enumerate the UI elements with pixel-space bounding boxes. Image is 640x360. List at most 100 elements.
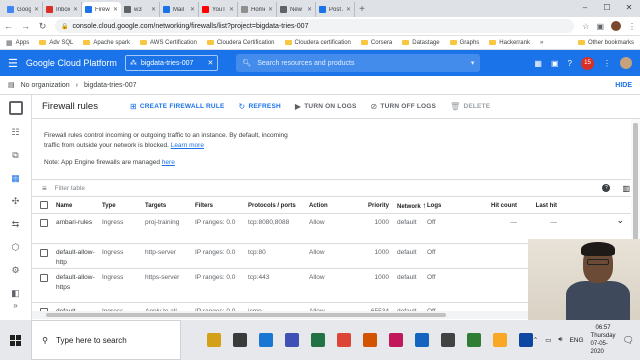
learn-more-link[interactable]: Learn more — [171, 142, 204, 149]
cell-name[interactable]: default-allow-http — [54, 243, 100, 269]
tab-close-icon[interactable]: ✕ — [268, 6, 273, 13]
url-bar[interactable]: 🔒 console.cloud.google.com/networking/fi… — [55, 19, 575, 33]
taskbar-app-icon[interactable] — [440, 333, 455, 347]
bookmark-item[interactable]: Adv SQL — [39, 40, 73, 46]
bookmark-item[interactable]: Cloudera certification — [284, 40, 351, 46]
col-type[interactable]: Type — [100, 199, 143, 214]
col-last-hit[interactable]: Last hit — [519, 199, 559, 214]
firewall-icon[interactable]: ▦ — [9, 172, 23, 184]
chevron-down-icon[interactable]: ⌄ — [616, 215, 624, 226]
routes-icon[interactable]: ✣ — [9, 195, 23, 207]
col-filters[interactable]: Filters — [193, 199, 246, 214]
bookmark-item[interactable]: ▦ Apps — [6, 39, 29, 47]
col-protocols[interactable]: Protocols / ports — [246, 199, 307, 214]
menu-kebab-icon[interactable]: ⋮ — [628, 22, 636, 31]
external-ip-icon[interactable]: ⧉ — [9, 149, 23, 161]
start-button[interactable] — [0, 320, 31, 360]
col-name[interactable]: Name — [54, 199, 100, 214]
taskbar-app-icon[interactable] — [310, 333, 325, 347]
clock[interactable]: 06:57 Thursday 07-05-2020 — [591, 324, 616, 356]
taskbar-app-icon[interactable] — [518, 333, 533, 347]
notification-center-icon[interactable]: 🗨︎ — [623, 335, 634, 346]
taskbar-app-icon[interactable] — [336, 333, 351, 347]
refresh-button[interactable]: ↻ REFRESH — [239, 102, 281, 111]
taskbar-app-icon[interactable] — [284, 333, 299, 347]
col-targets[interactable]: Targets — [143, 199, 193, 214]
col-priority[interactable]: Priority — [355, 199, 391, 214]
kebab-menu-icon[interactable]: ⋮ — [603, 59, 611, 68]
battery-icon[interactable]: ▭ — [545, 336, 551, 344]
new-tab-button[interactable]: + — [355, 2, 369, 17]
expand-rail-icon[interactable]: » — [13, 301, 17, 310]
hamburger-menu-icon[interactable]: ☰ — [8, 57, 18, 70]
taskbar-app-icon[interactable] — [414, 333, 429, 347]
bookmark-item[interactable]: Corsera — [360, 40, 392, 46]
bookmark-item[interactable]: Apache spark — [83, 40, 130, 46]
browser-tab[interactable]: w3 ✕ — [121, 2, 160, 17]
col-logs[interactable]: Logs — [425, 199, 477, 214]
notification-badge[interactable]: 15 — [581, 56, 594, 70]
browser-tab[interactable]: New Tab✕ — [277, 2, 316, 17]
help-circle-icon[interactable]: ? — [602, 183, 611, 192]
account-avatar[interactable] — [620, 57, 632, 69]
tab-close-icon[interactable]: ✕ — [346, 6, 351, 13]
extension-icon[interactable]: ▣ — [596, 22, 604, 31]
peering-icon[interactable]: ⇆ — [9, 218, 23, 230]
tab-close-icon[interactable]: ✕ — [190, 6, 195, 13]
tab-close-icon[interactable]: ✕ — [229, 6, 234, 13]
row-checkbox[interactable] — [40, 248, 48, 257]
col-network[interactable]: Network ↑ — [391, 199, 425, 214]
taskbar-app-icon[interactable] — [206, 333, 221, 347]
star-icon[interactable]: ☆ — [582, 22, 589, 31]
browser-tab[interactable]: Home -✕ — [238, 2, 277, 17]
help-icon[interactable]: ? — [568, 59, 572, 68]
taskbar-app-icon[interactable] — [388, 333, 403, 347]
project-selector[interactable]: ⁂ bigdata-tries-007 ✕ — [124, 55, 219, 71]
taskbar-app-icon[interactable] — [466, 333, 481, 347]
chevron-down-icon[interactable]: ▾ — [471, 59, 475, 67]
filter-input[interactable]: Filter table — [55, 185, 85, 192]
packet-mirroring-icon[interactable]: ◧ — [9, 287, 23, 299]
browser-tab[interactable]: Firewall r✕ — [82, 2, 121, 17]
taskbar-app-icon[interactable] — [232, 333, 247, 347]
tab-close-icon[interactable]: ✕ — [34, 6, 39, 13]
select-all-checkbox[interactable] — [40, 201, 48, 210]
bookmarks-overflow-icon[interactable]: » — [540, 40, 543, 46]
cell-name[interactable]: default-allow-https — [54, 268, 100, 303]
bookmark-item[interactable]: Datastage — [402, 40, 440, 46]
taskbar-app-icon[interactable] — [362, 333, 377, 347]
org-project[interactable]: bigdata-tries-007 — [84, 82, 137, 89]
tab-close-icon[interactable]: ✕ — [73, 6, 78, 13]
here-link[interactable]: here — [162, 159, 175, 166]
minimize-button[interactable]: – — [574, 0, 596, 15]
create-firewall-rule-button[interactable]: ⊞ CREATE FIREWALL RULE — [130, 102, 225, 111]
col-action[interactable]: Action — [307, 199, 355, 214]
bookmark-item[interactable]: Graphs — [449, 40, 479, 46]
tab-close-icon[interactable]: ✕ — [307, 6, 312, 13]
browser-tab[interactable]: Google S✕ — [4, 2, 43, 17]
language-indicator[interactable]: ENG — [569, 337, 583, 344]
browser-tab[interactable]: Post Atte✕ — [316, 2, 355, 17]
bookmark-item[interactable]: AWS Certification — [140, 40, 197, 46]
profile-avatar[interactable] — [611, 21, 621, 31]
gift-icon[interactable]: ▦ — [534, 59, 542, 68]
browser-tab[interactable]: Inbox (4)✕ — [43, 2, 82, 17]
forward-arrow-icon[interactable]: → — [21, 21, 30, 31]
brand-title[interactable]: Google Cloud Platform — [26, 58, 117, 68]
shared-vpc-icon[interactable]: ⬡ — [9, 241, 23, 253]
scroll-thumb[interactable] — [46, 313, 446, 317]
row-checkbox[interactable] — [40, 218, 48, 227]
org-label[interactable]: No organization — [21, 82, 70, 89]
vpc-networks-icon[interactable]: ☷ — [9, 126, 23, 138]
reload-icon[interactable]: ↻ — [38, 21, 47, 32]
taskbar-app-icon[interactable] — [492, 333, 507, 347]
browser-tab[interactable]: YouTube✕ — [199, 2, 238, 17]
tray-chevron-icon[interactable]: ⌃ — [533, 336, 538, 344]
serverless-access-icon[interactable]: ⚙ — [9, 264, 23, 276]
bookmark-item[interactable]: Cloudera Certification — [206, 40, 275, 46]
browser-tab[interactable]: Mail ✕ — [160, 2, 199, 17]
delete-button[interactable]: 🗑︎ DELETE — [450, 102, 490, 111]
back-arrow-icon[interactable]: ← — [4, 21, 13, 31]
row-checkbox[interactable] — [40, 273, 48, 282]
cell-name[interactable]: ambari-rules — [54, 213, 100, 244]
